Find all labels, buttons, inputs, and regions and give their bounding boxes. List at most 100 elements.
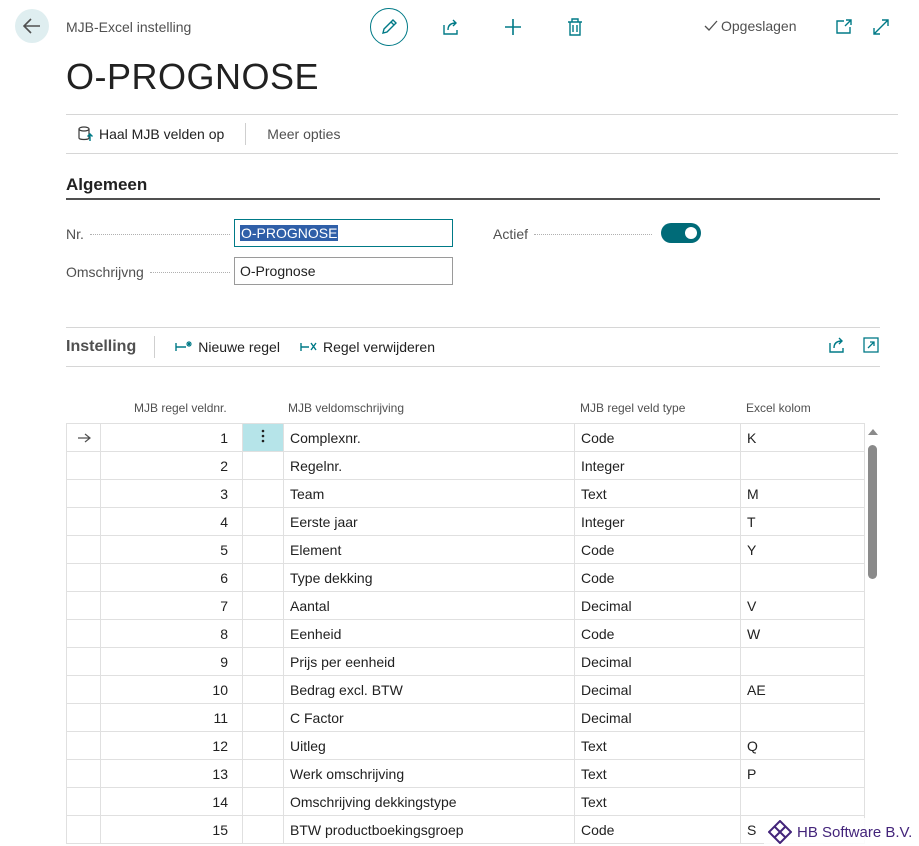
cell-description[interactable]: Regelnr. (283, 451, 575, 480)
cell-type[interactable]: Text (574, 479, 741, 508)
section-title-general[interactable]: Algemeen (66, 175, 147, 195)
cell-field-no[interactable]: 6 (100, 563, 243, 592)
nr-field[interactable]: O-PROGNOSE (234, 219, 453, 247)
new-button[interactable] (498, 12, 528, 42)
cell-type[interactable]: Code (574, 815, 741, 844)
new-line-action[interactable]: Nieuwe regel (175, 339, 280, 355)
description-field[interactable]: O-Prognose (234, 257, 453, 285)
cell-type[interactable]: Text (574, 759, 741, 788)
cell-type[interactable]: Decimal (574, 647, 741, 676)
table-row[interactable]: 12 Uitleg Text Q (66, 731, 865, 760)
scroll-thumb[interactable] (868, 445, 877, 579)
table-row[interactable]: 15 BTW productboekingsgroep Code S (66, 815, 865, 844)
row-indicator[interactable] (66, 423, 101, 452)
cell-field-no[interactable]: 14 (100, 787, 243, 816)
row-menu[interactable] (242, 423, 284, 452)
cell-type[interactable]: Integer (574, 451, 741, 480)
fetch-fields-action[interactable]: Haal MJB velden op (78, 126, 224, 142)
cell-description[interactable]: Omschrijving dekkingstype (283, 787, 575, 816)
cell-description[interactable]: Eerste jaar (283, 507, 575, 536)
scroll-up-arrow-icon[interactable] (868, 429, 878, 435)
cell-type[interactable]: Integer (574, 507, 741, 536)
table-row[interactable]: 10 Bedrag excl. BTW Decimal AE (66, 675, 865, 704)
cell-field-no[interactable]: 1 (100, 423, 243, 452)
cell-type[interactable]: Code (574, 619, 741, 648)
column-header-type[interactable]: MJB regel veld type (580, 401, 685, 415)
row-indicator[interactable] (66, 647, 101, 676)
cell-field-no[interactable]: 12 (100, 731, 243, 760)
expand-part-icon[interactable] (862, 336, 880, 354)
cell-excel-column[interactable] (740, 703, 865, 732)
cell-description[interactable]: Team (283, 479, 575, 508)
row-indicator[interactable] (66, 479, 101, 508)
column-header-excel[interactable]: Excel kolom (746, 401, 811, 415)
row-menu[interactable] (242, 479, 284, 508)
table-row[interactable]: 9 Prijs per eenheid Decimal (66, 647, 865, 676)
row-menu[interactable] (242, 563, 284, 592)
cell-excel-column[interactable]: W (740, 619, 865, 648)
column-header-field-no[interactable]: MJB regel veldnr. (134, 401, 227, 415)
cell-type[interactable]: Decimal (574, 703, 741, 732)
cell-excel-column[interactable]: T (740, 507, 865, 536)
lines-title[interactable]: Instelling (66, 338, 136, 356)
cell-type[interactable]: Code (574, 563, 741, 592)
cell-excel-column[interactable]: K (740, 423, 865, 452)
row-menu[interactable] (242, 815, 284, 844)
row-menu[interactable] (242, 619, 284, 648)
table-row[interactable]: 2 Regelnr. Integer (66, 451, 865, 480)
cell-description[interactable]: Uitleg (283, 731, 575, 760)
expand-button[interactable] (866, 12, 896, 42)
cell-description[interactable]: Eenheid (283, 619, 575, 648)
active-toggle[interactable] (661, 223, 701, 243)
cell-description[interactable]: Bedrag excl. BTW (283, 675, 575, 704)
back-button[interactable] (15, 9, 49, 43)
row-indicator[interactable] (66, 787, 101, 816)
cell-excel-column[interactable] (740, 787, 865, 816)
cell-excel-column[interactable] (740, 647, 865, 676)
row-indicator[interactable] (66, 451, 101, 480)
row-menu[interactable] (242, 759, 284, 788)
column-header-description[interactable]: MJB veldomschrijving (288, 401, 404, 415)
vertical-scrollbar[interactable] (865, 427, 880, 846)
cell-description[interactable]: Element (283, 535, 575, 564)
row-menu[interactable] (242, 787, 284, 816)
edit-button[interactable] (370, 8, 408, 46)
cell-excel-column[interactable]: P (740, 759, 865, 788)
cell-type[interactable]: Text (574, 787, 741, 816)
table-row[interactable]: 1 Complexnr. Code K (66, 423, 865, 452)
more-options-action[interactable]: Meer opties (267, 126, 340, 142)
cell-field-no[interactable]: 7 (100, 591, 243, 620)
row-indicator[interactable] (66, 563, 101, 592)
cell-excel-column[interactable] (740, 563, 865, 592)
row-indicator[interactable] (66, 535, 101, 564)
row-indicator[interactable] (66, 759, 101, 788)
cell-excel-column[interactable]: V (740, 591, 865, 620)
cell-description[interactable]: Prijs per eenheid (283, 647, 575, 676)
cell-type[interactable]: Decimal (574, 675, 741, 704)
row-indicator[interactable] (66, 619, 101, 648)
open-new-window-button[interactable] (829, 12, 859, 42)
row-menu[interactable] (242, 731, 284, 760)
cell-type[interactable]: Text (574, 731, 741, 760)
cell-field-no[interactable]: 15 (100, 815, 243, 844)
row-menu[interactable] (242, 507, 284, 536)
cell-field-no[interactable]: 5 (100, 535, 243, 564)
cell-field-no[interactable]: 13 (100, 759, 243, 788)
cell-description[interactable]: Type dekking (283, 563, 575, 592)
row-menu[interactable] (242, 675, 284, 704)
row-indicator[interactable] (66, 507, 101, 536)
table-row[interactable]: 7 Aantal Decimal V (66, 591, 865, 620)
row-menu[interactable] (242, 703, 284, 732)
cell-field-no[interactable]: 2 (100, 451, 243, 480)
cell-field-no[interactable]: 11 (100, 703, 243, 732)
cell-field-no[interactable]: 4 (100, 507, 243, 536)
share-button[interactable] (436, 12, 466, 42)
more-vertical-icon[interactable] (261, 429, 265, 443)
breadcrumb[interactable]: MJB-Excel instelling (66, 19, 191, 35)
cell-type[interactable]: Code (574, 423, 741, 452)
row-indicator[interactable] (66, 703, 101, 732)
delete-line-action[interactable]: Regel verwijderen (300, 339, 435, 355)
table-row[interactable]: 13 Werk omschrijving Text P (66, 759, 865, 788)
cell-description[interactable]: Aantal (283, 591, 575, 620)
row-menu[interactable] (242, 591, 284, 620)
